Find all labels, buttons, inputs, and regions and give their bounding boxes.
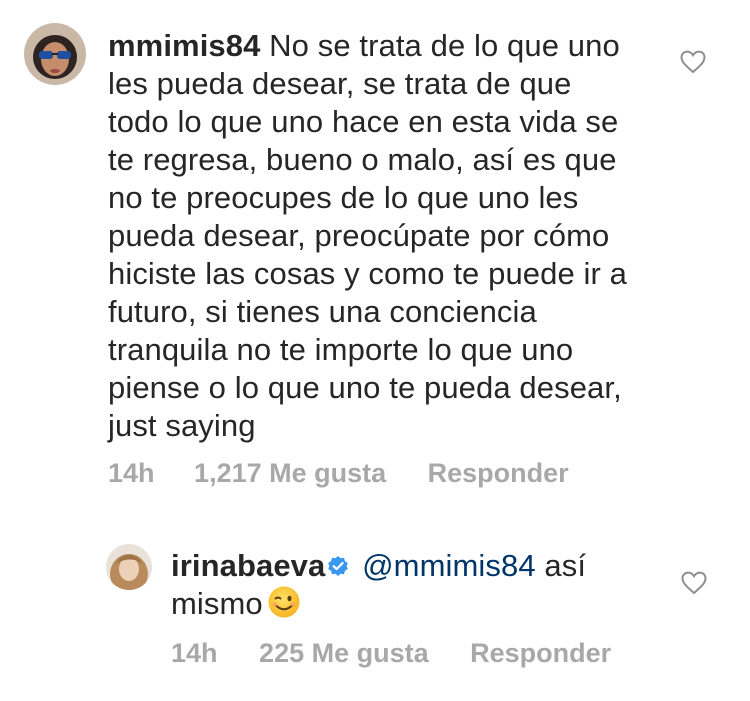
winking-face-icon bbox=[267, 585, 301, 619]
timestamp: 14h bbox=[171, 638, 218, 668]
comment-mmimis84: mmimis84 No se trata de lo que uno les p… bbox=[0, 0, 750, 500]
mention-link[interactable]: @mmimis84 bbox=[362, 548, 536, 583]
username-link[interactable]: mmimis84 bbox=[108, 28, 260, 63]
comment-body: mmimis84 No se trata de lo que uno les p… bbox=[108, 27, 628, 445]
likes-count-link[interactable]: 1,217 Me gusta bbox=[194, 457, 386, 489]
reply-button[interactable]: Responder bbox=[470, 637, 611, 669]
verified-badge-icon bbox=[327, 548, 349, 576]
avatar-mmimis84[interactable] bbox=[24, 23, 86, 85]
avatar-irinabaeva[interactable] bbox=[106, 544, 152, 590]
timestamp: 14h bbox=[108, 458, 155, 488]
comment-text: No se trata de lo que uno les pueda dese… bbox=[108, 28, 627, 443]
like-heart-icon[interactable] bbox=[680, 50, 706, 79]
reply-button[interactable]: Responder bbox=[428, 457, 569, 489]
comment-irinabaeva: irinabaeva @mmimis84 así mismo 14h 225 M… bbox=[0, 530, 750, 701]
like-heart-icon[interactable] bbox=[681, 571, 707, 600]
username-link[interactable]: irinabaeva bbox=[171, 548, 325, 583]
comment-meta: 14h 1,217 Me gusta Responder bbox=[108, 457, 569, 489]
reply-meta: 14h 225 Me gusta Responder bbox=[171, 637, 611, 669]
likes-count-link[interactable]: 225 Me gusta bbox=[259, 637, 429, 669]
reply-body: irinabaeva @mmimis84 así mismo bbox=[171, 547, 631, 623]
